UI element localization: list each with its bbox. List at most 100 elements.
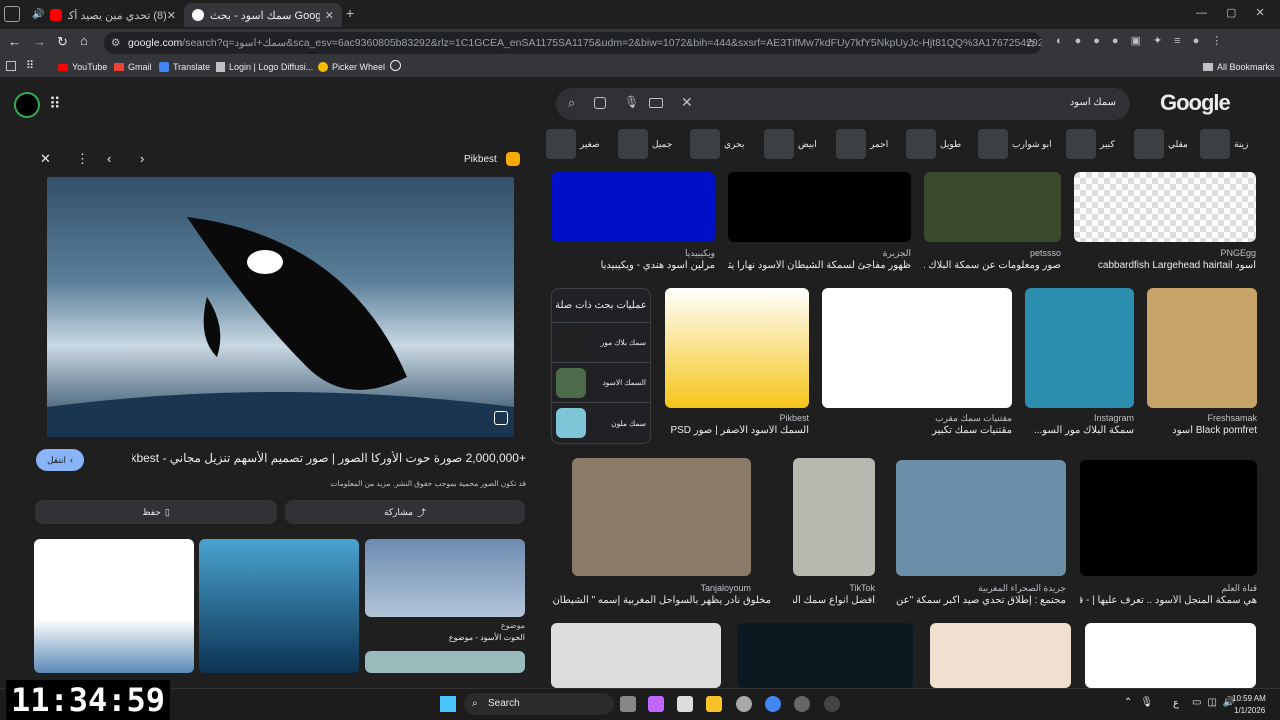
chip-9[interactable]: جميل — [618, 128, 672, 160]
extension-icons[interactable]: ◐●●●▣✦≡●⋮ — [1056, 34, 1234, 47]
lens-icon[interactable] — [594, 97, 606, 109]
search-query[interactable]: سمك اسود — [1070, 97, 1116, 108]
related-caption[interactable]: الحوت الأسود - موضوع — [365, 633, 525, 642]
bookmark-youtube[interactable]: YouTube — [58, 57, 107, 77]
tab-youtube[interactable]: 🔊 (8) تحدي مين يصيد أكبر سمكة! ✕ — [24, 3, 184, 27]
image-r1-4[interactable] — [551, 172, 715, 242]
visit-button[interactable]: انتقل ‹ — [36, 449, 84, 471]
copilot-icon[interactable] — [648, 696, 664, 712]
grid-icon[interactable]: ⠿ — [26, 59, 34, 72]
image-r3-4[interactable] — [572, 458, 751, 576]
back-icon[interactable]: ← — [8, 34, 21, 49]
title-r1-4[interactable]: مرلين أسود هندي - ويكيبيديا — [551, 260, 715, 271]
bookmark-star-icon[interactable]: ☆ — [1025, 32, 1036, 54]
prev-icon[interactable]: ‹ — [107, 151, 111, 166]
title-r2-1[interactable]: Black pomfret أسود — [1140, 425, 1257, 436]
close-tab-icon[interactable]: ✕ — [325, 9, 334, 22]
close-tab-icon[interactable]: ✕ — [167, 9, 176, 22]
keyboard-icon[interactable] — [649, 98, 663, 108]
orca-image[interactable] — [47, 177, 514, 437]
image-r4-4[interactable] — [551, 623, 721, 688]
panel-title[interactable]: +2,000,000 صورة حوت الأوركا الصور | صور … — [132, 451, 526, 465]
related-image-4[interactable] — [365, 651, 525, 673]
title-r2-3[interactable]: مقتنيات سمك تكبير — [822, 425, 1012, 436]
tray-date[interactable]: 1/1/2026 — [1234, 706, 1265, 715]
chip-3[interactable]: كبير — [1066, 128, 1115, 160]
title-r3-3[interactable]: أفضل أنواع سمك الشعر... — [793, 595, 875, 606]
bookmark-logo-diffusion[interactable]: Login | Logo Diffusi... — [216, 57, 313, 77]
image-r2-3[interactable] — [822, 288, 1012, 408]
clear-icon[interactable]: ✕ — [681, 94, 693, 111]
title-r3-1[interactable]: هي سمكة المنجل الأسود .. تعرف عليها | - … — [1080, 595, 1257, 606]
explorer-icon[interactable] — [706, 696, 722, 712]
google-logo[interactable]: Google — [1160, 90, 1231, 116]
site-info-icon[interactable]: ⚙ — [111, 32, 120, 54]
chip-7[interactable]: ابيض — [764, 128, 817, 160]
related-image-1[interactable] — [34, 539, 194, 673]
chip-10[interactable]: صغير — [546, 128, 600, 160]
related-item-2[interactable]: السمك الاسود — [552, 363, 650, 403]
reload-icon[interactable]: ↻ — [57, 34, 68, 50]
image-r2-4[interactable] — [665, 288, 809, 408]
image-r3-2[interactable] — [896, 460, 1066, 576]
image-r4-1[interactable] — [1085, 623, 1256, 688]
save-button[interactable]: حفظ ▯ — [35, 500, 277, 524]
bookmark-picker-wheel[interactable]: Picker Wheel — [318, 57, 385, 77]
panel-source[interactable]: Pikbest — [464, 154, 497, 165]
more-icon[interactable]: ⋮ — [76, 151, 89, 167]
taskview-icon[interactable] — [620, 696, 636, 712]
address-bar[interactable]: ⚙ google.com/search?q=سمك+اسود&sca_esv=6… — [104, 32, 1042, 54]
window-controls[interactable]: — ▢ ✕ — [1196, 6, 1265, 19]
chip-1[interactable]: زينة — [1200, 128, 1248, 160]
mic-icon[interactable]: 🎙 — [624, 95, 639, 109]
image-r4-3[interactable] — [737, 623, 913, 688]
image-r2-2[interactable] — [1025, 288, 1134, 408]
bookmark-gmail[interactable]: Gmail — [114, 57, 152, 77]
start-icon[interactable] — [440, 696, 456, 712]
search-icon[interactable]: ⌕ — [568, 95, 575, 111]
image-r1-1[interactable] — [1074, 172, 1256, 242]
close-icon[interactable]: ✕ — [40, 151, 51, 167]
forward-icon[interactable]: → — [33, 34, 46, 49]
image-r2-1[interactable] — [1147, 288, 1257, 408]
title-r2-2[interactable]: سمكة البلاك مور السو... — [1025, 425, 1134, 436]
tab-search-icon[interactable] — [4, 6, 20, 22]
all-bookmarks[interactable]: All Bookmarks — [1203, 57, 1275, 77]
image-r1-3[interactable] — [728, 172, 911, 242]
home-icon[interactable]: ⌂ — [80, 33, 88, 48]
title-r1-3[interactable]: ظهور مفاجئ لسمكة الشيطان الأسود نهارا يث… — [728, 260, 911, 271]
related-image-2[interactable] — [199, 539, 359, 673]
title-r3-4[interactable]: مخلوق نادر يظهر بالسواحل المغربية إسمه "… — [551, 595, 771, 606]
globe-icon[interactable] — [390, 60, 401, 71]
related-source[interactable]: موضوع — [365, 621, 525, 630]
chip-6[interactable]: احمر — [836, 128, 888, 160]
chip-5[interactable]: طويل — [906, 128, 961, 160]
related-item-1[interactable]: سمك بلاك مور — [552, 323, 650, 363]
search-box[interactable]: ⌕ 🎙 ✕ سمك اسود — [556, 88, 1130, 120]
tray-time[interactable]: 10:59 AM — [1232, 694, 1266, 703]
apps-grid-icon[interactable]: ⠿ — [49, 94, 61, 114]
next-icon[interactable]: › — [140, 151, 144, 166]
related-image-3[interactable] — [365, 539, 525, 617]
chip-2[interactable]: مقلي — [1134, 128, 1188, 160]
settings-icon[interactable] — [736, 696, 752, 712]
image-r1-2[interactable] — [924, 172, 1061, 242]
related-item-3[interactable]: سمك ملون — [552, 403, 650, 443]
image-r4-2[interactable] — [930, 623, 1071, 688]
app-icon[interactable] — [794, 696, 810, 712]
chip-4[interactable]: ابو شوارب — [978, 128, 1052, 160]
input-language[interactable]: ع — [1173, 698, 1179, 709]
bookmark-translate[interactable]: Translate — [159, 57, 210, 77]
share-button[interactable]: مشاركة ⤴ — [285, 500, 525, 524]
lens-search-icon[interactable] — [494, 411, 508, 425]
obs-icon[interactable] — [824, 696, 840, 712]
new-tab-icon[interactable]: + — [346, 5, 354, 21]
chip-8[interactable]: بحري — [690, 128, 744, 160]
tray-icons[interactable]: ⌃🎙 — [1124, 697, 1161, 708]
image-r3-1[interactable] — [1080, 460, 1257, 576]
title-r2-4[interactable]: السمك الأسود الأصفر | صور PSD — [665, 425, 809, 436]
taskbar-search[interactable]: ⌕ Search — [464, 693, 614, 715]
title-r3-2[interactable]: مجتمع : إطلاق تحدي صيد أكبر سمكة "عن د..… — [896, 595, 1066, 606]
account-avatar[interactable] — [14, 92, 40, 118]
image-r3-3[interactable] — [793, 458, 875, 576]
